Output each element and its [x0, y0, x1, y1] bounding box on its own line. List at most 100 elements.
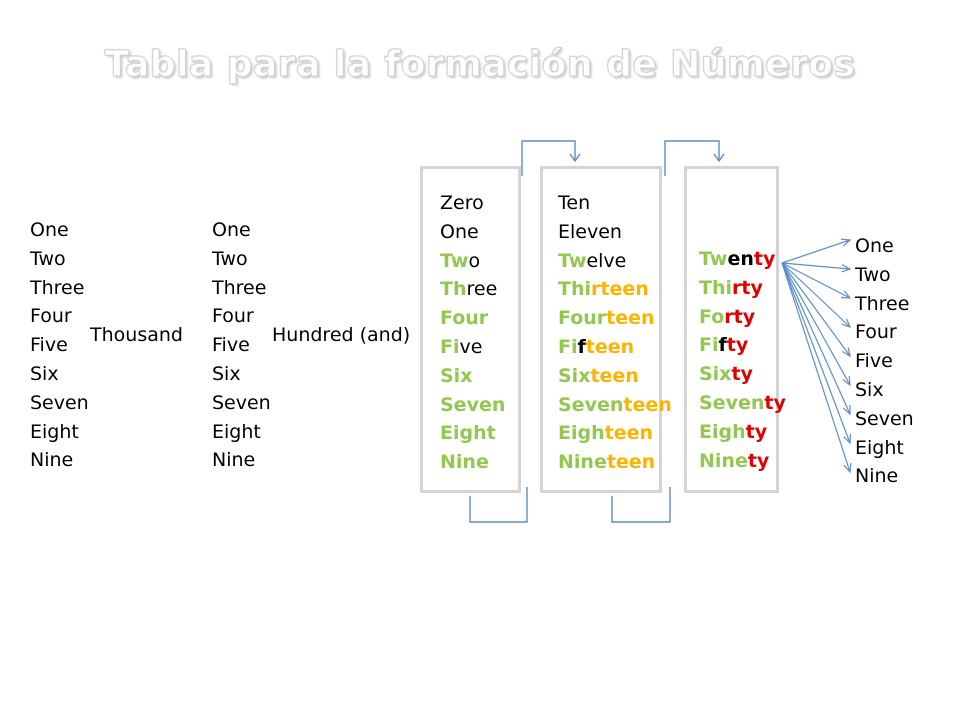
thousands-word-item: Seven	[30, 391, 89, 414]
tens-box-segment: rty	[724, 305, 756, 328]
tens-box-segment: ty	[747, 449, 770, 472]
arrowhead-fan-8	[843, 433, 852, 445]
hundreds-word-item: Seven	[212, 391, 271, 414]
teens-box-row: Ten	[558, 189, 672, 218]
arrowhead-fan-7	[842, 404, 851, 416]
units-box-segment: Eight	[440, 422, 496, 445]
tens-box-row: Sixty	[699, 360, 786, 389]
hundreds-word-item: Three	[212, 276, 267, 299]
units-box-segment: ree	[466, 278, 498, 301]
units-box-row: Two	[440, 247, 505, 276]
teens-box: Ten Eleven Twelve Thirteen Fourteen Fifteen Si…	[540, 166, 672, 493]
teens-box-lines: Ten Eleven Twelve Thirteen Fourteen Fifteen Si…	[558, 189, 672, 477]
arrowhead-fan-6	[842, 375, 851, 387]
units-box-row: Nine	[440, 448, 505, 477]
units-box-segment: One	[440, 220, 479, 243]
tens-box-row: Forty	[699, 303, 786, 332]
page-title: Tabla para la formación de Números	[104, 44, 856, 86]
units-box-segment: Th	[440, 278, 467, 301]
thousands-word-item: Five	[30, 334, 68, 357]
units-box-segment: Six	[440, 364, 473, 387]
arrowhead-fan-5	[841, 347, 851, 358]
units-box-segment: Seven	[440, 393, 506, 416]
units-box-row: Three	[440, 275, 505, 304]
thousands-word-item: Eight	[30, 420, 79, 443]
units-box-row: Eight	[440, 419, 505, 448]
right-units-word-list: One Two Three Four Five Six Seven Eight Nine	[855, 232, 914, 491]
teens-box-segment: teen	[623, 393, 672, 416]
teens-box-segment: teen	[585, 335, 635, 358]
tens-box-segment: en	[727, 248, 754, 270]
tens-box-segment: ty	[745, 420, 768, 443]
right-units-word-item: Three	[855, 292, 910, 315]
teens-box-row: Fifteen	[558, 333, 672, 362]
connector-fan-arrow-1	[781, 239, 851, 264]
teens-box-row: Eighteen	[558, 419, 672, 448]
thousands-word-item: Four	[30, 305, 72, 328]
hundreds-word-item: Six	[212, 362, 241, 385]
right-units-word-item: Eight	[855, 436, 904, 459]
tens-box-segment: ty	[726, 334, 749, 357]
teens-box-segment: Nine	[558, 451, 607, 474]
tens-box-segment: Fo	[699, 305, 725, 328]
units-box-segment: Fi	[440, 335, 460, 358]
arrowhead-fan-3	[840, 290, 852, 299]
teens-box-row: Sixteen	[558, 362, 672, 391]
teens-box-row: Eleven	[558, 218, 672, 247]
teens-box-row: Fourteen	[558, 304, 672, 333]
teens-box-segment: teen	[604, 422, 654, 445]
hundreds-word-item: Nine	[212, 449, 256, 472]
thousands-word-item: Three	[30, 276, 85, 299]
teens-box-segment: teen	[590, 364, 639, 387]
right-units-word-item: Two	[855, 263, 891, 286]
teens-box-segment: rteen	[591, 278, 649, 301]
connector-fan-arrow-8	[781, 262, 851, 444]
thousands-word-item: Six	[30, 362, 59, 385]
units-box-row: Seven	[440, 391, 505, 420]
teens-box-segment: Six	[558, 364, 591, 387]
tens-box-row: Seventy	[699, 389, 786, 418]
tens-box-segment: Seven	[699, 391, 765, 414]
units-box-row: Zero	[440, 189, 505, 218]
teens-box-segment: Ten	[558, 192, 591, 214]
connector-fan-arrow-7	[781, 262, 851, 415]
tens-box-row: Twenty	[699, 245, 786, 274]
thousands-word-item: Two	[30, 247, 66, 270]
tens-box-segment: Tw	[699, 248, 728, 270]
arrowhead-fan-1	[840, 238, 852, 247]
hundreds-word-item: Eight	[212, 420, 261, 443]
hundred-label: Hundred (and)	[272, 324, 411, 346]
teens-box-row: Nineteen	[558, 448, 672, 477]
teens-box-row: Seventeen	[558, 391, 672, 420]
tens-box-row: Fifty	[699, 331, 786, 360]
thousands-word-item: Nine	[30, 449, 74, 472]
units-box-row: Four	[440, 304, 505, 333]
connector-fan-arrow-6	[781, 262, 851, 386]
tens-box-row: Ninety	[699, 447, 786, 476]
units-box-row: One	[440, 218, 505, 247]
right-units-word-item: Five	[855, 350, 893, 373]
tens-box-segment: Six	[699, 363, 732, 386]
units-box-segment: Nine	[440, 451, 489, 474]
units-box-segment: Tw	[440, 249, 469, 272]
right-units-word-item: Four	[855, 321, 897, 344]
connector-fan-arrow-3	[781, 262, 851, 299]
teens-box-segment: elve	[586, 249, 627, 272]
hundreds-word-item: Four	[212, 305, 254, 328]
tens-box: Twenty Thirty Forty Fifty Sixty Seventy Eighty…	[684, 166, 786, 493]
units-box-row: Five	[440, 333, 505, 362]
tens-box-segment: Thi	[699, 276, 732, 299]
connector-fan-arrow-4	[781, 262, 851, 328]
tens-box-segment: Eigh	[699, 420, 746, 443]
arrowhead-fan-4	[841, 318, 852, 329]
units-box-row: Six	[440, 362, 505, 391]
right-units-word-item: One	[855, 235, 894, 257]
arrowhead-fan-9	[843, 462, 852, 474]
right-units-word-item: Seven	[855, 407, 914, 430]
arrowhead-fan-2	[841, 264, 852, 273]
hundreds-word-item: Five	[212, 334, 250, 357]
teens-box-row: Twelve	[558, 247, 672, 276]
tens-box-lines: Twenty Thirty Forty Fifty Sixty Seventy Eighty…	[699, 245, 786, 475]
thousands-word-item: One	[30, 219, 69, 241]
connector-fan-arrow-2	[781, 262, 851, 270]
